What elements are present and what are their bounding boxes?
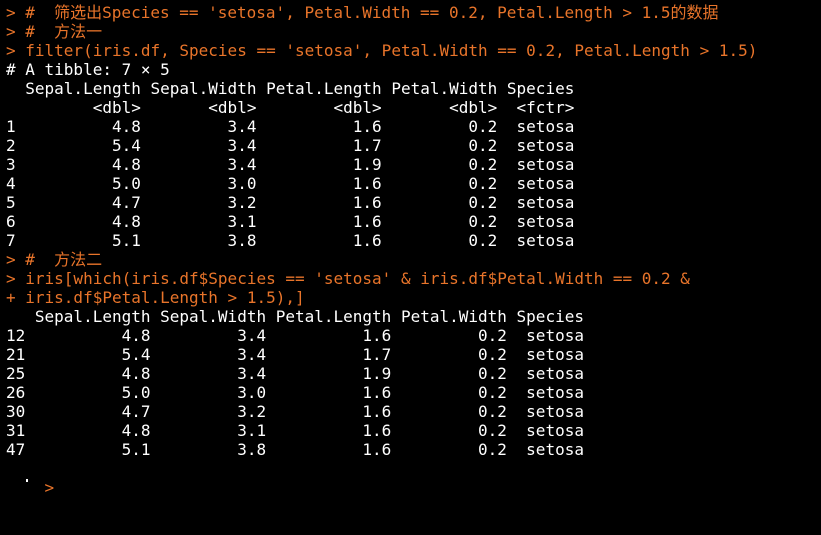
command-line: > iris[which(iris.df$Species == 'setosa'… [6,269,690,288]
comment-line: > # 方法二 [6,250,103,269]
table-row: 5 4.7 3.2 1.6 0.2 setosa [6,193,575,212]
table-row: 26 5.0 3.0 1.6 0.2 setosa [6,383,584,402]
table-type-row: <dbl> <dbl> <dbl> <dbl> <fctr> [6,98,575,117]
table-row: 3 4.8 3.4 1.9 0.2 setosa [6,155,575,174]
table-row: 12 4.8 3.4 1.6 0.2 setosa [6,326,584,345]
table-row: 30 4.7 3.2 1.6 0.2 setosa [6,402,584,421]
table-row: 4 5.0 3.0 1.6 0.2 setosa [6,174,575,193]
comment-line: > # 筛选出Species == 'setosa', Petal.Width … [6,3,719,22]
command-line: > filter(iris.df, Species == 'setosa', P… [6,41,758,60]
table-row: 1 4.8 3.4 1.6 0.2 setosa [6,117,575,136]
comment-line: > # 方法一 [6,22,103,41]
r-console-window[interactable]: { "console": { "colors": { "background":… [0,0,821,497]
table-row: 2 5.4 3.4 1.7 0.2 setosa [6,136,575,155]
tibble-header-line: # A tibble: 7 × 5 [6,60,170,79]
table-row: 7 5.1 3.8 1.6 0.2 setosa [6,231,575,250]
table-row: 21 5.4 3.4 1.7 0.2 setosa [6,345,584,364]
continuation-line: + iris.df$Petal.Length > 1.5),] [6,288,305,307]
console-output[interactable]: > # 筛选出Species == 'setosa', Petal.Width … [6,3,821,497]
table-header-row: Sepal.Length Sepal.Width Petal.Length Pe… [6,307,584,326]
table-row: 47 5.1 3.8 1.6 0.2 setosa [6,440,584,459]
table-row: 6 4.8 3.1 1.6 0.2 setosa [6,212,575,231]
table-header-row: Sepal.Length Sepal.Width Petal.Length Pe… [6,79,575,98]
prompt-symbol: > [44,478,64,497]
table-row: 25 4.8 3.4 1.9 0.2 setosa [6,364,584,383]
input-prompt[interactable]: > [6,459,821,497]
text-cursor [26,479,28,482]
table-row: 31 4.8 3.1 1.6 0.2 setosa [6,421,584,440]
